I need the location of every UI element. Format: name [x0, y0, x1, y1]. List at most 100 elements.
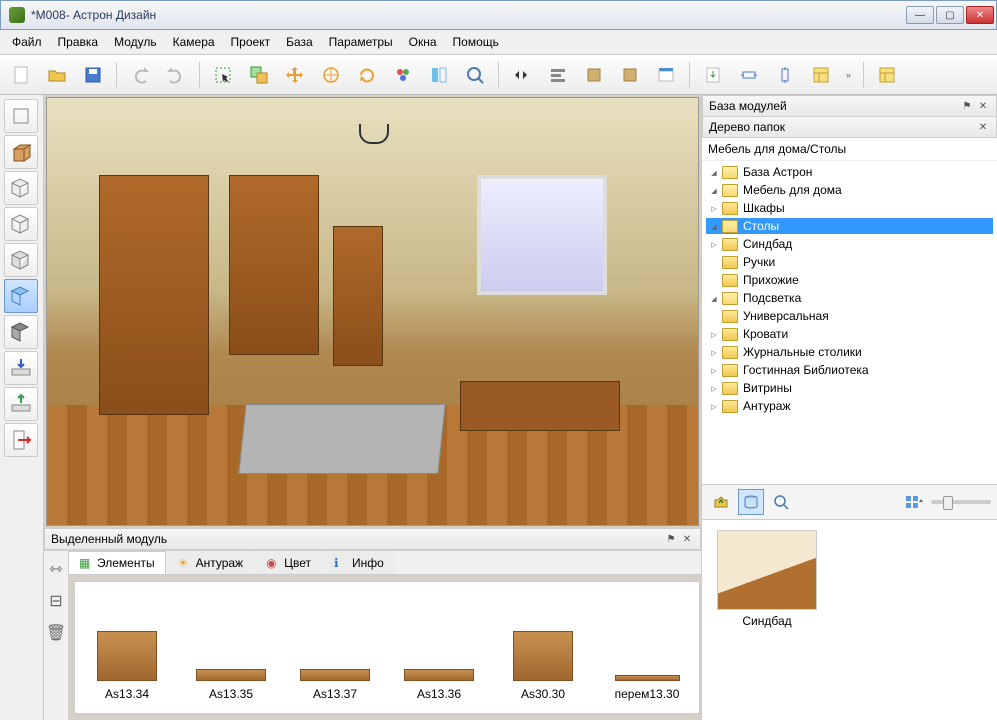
element-item[interactable]: As13.36 — [399, 669, 479, 701]
rotate-button[interactable] — [352, 60, 382, 90]
layout-button[interactable] — [806, 60, 836, 90]
element-item[interactable]: перем13.30 — [607, 675, 687, 701]
shadow-button[interactable] — [4, 315, 38, 349]
element-item[interactable]: As13.37 — [295, 669, 375, 701]
unknown-a-button[interactable] — [579, 60, 609, 90]
panel-pin-button[interactable]: ⚑ — [960, 99, 974, 113]
tree-breadcrumb: Мебель для дома/Столы — [702, 138, 997, 161]
element-item[interactable]: As13.34 — [87, 631, 167, 701]
menu-проект[interactable]: Проект — [223, 32, 279, 52]
close-button[interactable]: ✕ — [966, 6, 994, 24]
export-button[interactable] — [698, 60, 728, 90]
menu-помощь[interactable]: Помощь — [445, 32, 507, 52]
gallery-item[interactable]: Синдбад — [712, 530, 822, 628]
tab-цвет[interactable]: ◉Цвет — [255, 551, 322, 574]
trash-button[interactable]: 🗑 — [44, 621, 68, 645]
minimize-button[interactable]: — — [906, 6, 934, 24]
tree-node[interactable]: Антураж — [706, 398, 993, 414]
tree-expand-icon[interactable] — [708, 365, 720, 375]
tree-node[interactable]: Универсальная — [706, 308, 993, 324]
tree-node[interactable]: Подсветка — [706, 290, 993, 306]
tree-expand-icon[interactable] — [708, 329, 720, 339]
tab-инфо[interactable]: ℹИнфо — [323, 551, 395, 574]
element-item[interactable]: As13.35 — [191, 669, 271, 701]
open-button[interactable] — [42, 60, 72, 90]
element-item[interactable]: As30.30 — [503, 631, 583, 701]
tree-node[interactable]: Витрины — [706, 380, 993, 396]
undo-button[interactable] — [125, 60, 155, 90]
unknown-c-button[interactable] — [651, 60, 681, 90]
zoom-button[interactable] — [460, 60, 490, 90]
tree-node[interactable]: Синдбад — [706, 236, 993, 252]
folder-tree[interactable]: База Астрон Мебель для дома Шкафы Столы Синд… — [702, 161, 997, 484]
slice-button[interactable] — [4, 279, 38, 313]
tree-node[interactable]: Гостинная Библиотека — [706, 362, 993, 378]
tree-node[interactable]: Журнальные столики — [706, 344, 993, 360]
maximize-button[interactable]: ▢ — [936, 6, 964, 24]
menu-параметры[interactable]: Параметры — [321, 32, 401, 52]
download-button[interactable] — [4, 351, 38, 385]
tree-expand-icon[interactable] — [708, 221, 720, 231]
toolbar-overflow-button[interactable]: » — [842, 70, 855, 80]
menu-окна[interactable]: Окна — [401, 32, 445, 52]
3d-viewport[interactable] — [46, 97, 699, 526]
main-toolbar: » — [0, 55, 997, 95]
menu-правка[interactable]: Правка — [50, 32, 107, 52]
flip-button[interactable] — [424, 60, 454, 90]
tree-node[interactable]: Прихожие — [706, 272, 993, 288]
cube-wire-button[interactable] — [4, 99, 38, 133]
tree-node[interactable]: База Астрон — [706, 164, 993, 180]
save-button[interactable] — [78, 60, 108, 90]
panel-close-button[interactable]: ✕ — [680, 532, 694, 546]
panel-pin-button[interactable]: ⚑ — [664, 532, 678, 546]
view-mode-button[interactable] — [901, 489, 927, 515]
tree-expand-icon[interactable] — [708, 293, 720, 303]
cube-front-button[interactable] — [4, 135, 38, 169]
menu-модуль[interactable]: Модуль — [106, 32, 165, 52]
menu-файл[interactable]: Файл — [4, 32, 50, 52]
move-button[interactable] — [280, 60, 310, 90]
tree-expand-icon[interactable] — [708, 383, 720, 393]
cube-persp-button[interactable] — [4, 243, 38, 277]
tree-node[interactable]: Шкафы — [706, 200, 993, 216]
unknown-b-button[interactable] — [615, 60, 645, 90]
tree-expand-icon[interactable] — [708, 347, 720, 357]
palette-button[interactable] — [388, 60, 418, 90]
align-button[interactable] — [543, 60, 573, 90]
new-doc-button[interactable] — [6, 60, 36, 90]
report-button[interactable] — [872, 60, 902, 90]
rotate-axis-button[interactable] — [316, 60, 346, 90]
fit-v-button[interactable] — [770, 60, 800, 90]
select-button[interactable] — [208, 60, 238, 90]
tree-expand-icon[interactable] — [708, 203, 720, 213]
tree-node[interactable]: Ручки — [706, 254, 993, 270]
redo-button[interactable] — [161, 60, 191, 90]
fit-h-button[interactable] — [734, 60, 764, 90]
slider-button[interactable]: ⊟ — [44, 589, 68, 613]
tree-node[interactable]: Кровати — [706, 326, 993, 342]
panel-close-button[interactable]: ✕ — [976, 99, 990, 113]
menu-база[interactable]: База — [278, 32, 321, 52]
up-folder-button[interactable] — [708, 489, 734, 515]
upload-button[interactable] — [4, 387, 38, 421]
tree-expand-icon[interactable] — [708, 401, 720, 411]
cube-iso-r-button[interactable] — [4, 207, 38, 241]
menu-камера[interactable]: Камера — [165, 32, 223, 52]
mirror-button[interactable]: ⇿ — [44, 557, 68, 581]
exit-button[interactable] — [4, 423, 38, 457]
tree-expand-icon[interactable] — [708, 185, 720, 195]
info-icon: ℹ — [334, 556, 348, 570]
tab-антураж[interactable]: ☀Антураж — [167, 551, 255, 574]
mirror-h-button[interactable] — [507, 60, 537, 90]
panel-close-button[interactable]: ✕ — [976, 120, 990, 134]
cube-iso-l-button[interactable] — [4, 171, 38, 205]
tab-элементы[interactable]: ▦Элементы — [68, 551, 166, 574]
tree-node[interactable]: Столы — [706, 218, 993, 234]
tree-expand-icon[interactable] — [708, 167, 720, 177]
zoom-button[interactable] — [768, 489, 794, 515]
thumb-size-slider[interactable] — [931, 500, 991, 504]
tree-expand-icon[interactable] — [708, 239, 720, 249]
tree-node[interactable]: Мебель для дома — [706, 182, 993, 198]
select-group-button[interactable] — [244, 60, 274, 90]
database-button[interactable] — [738, 489, 764, 515]
